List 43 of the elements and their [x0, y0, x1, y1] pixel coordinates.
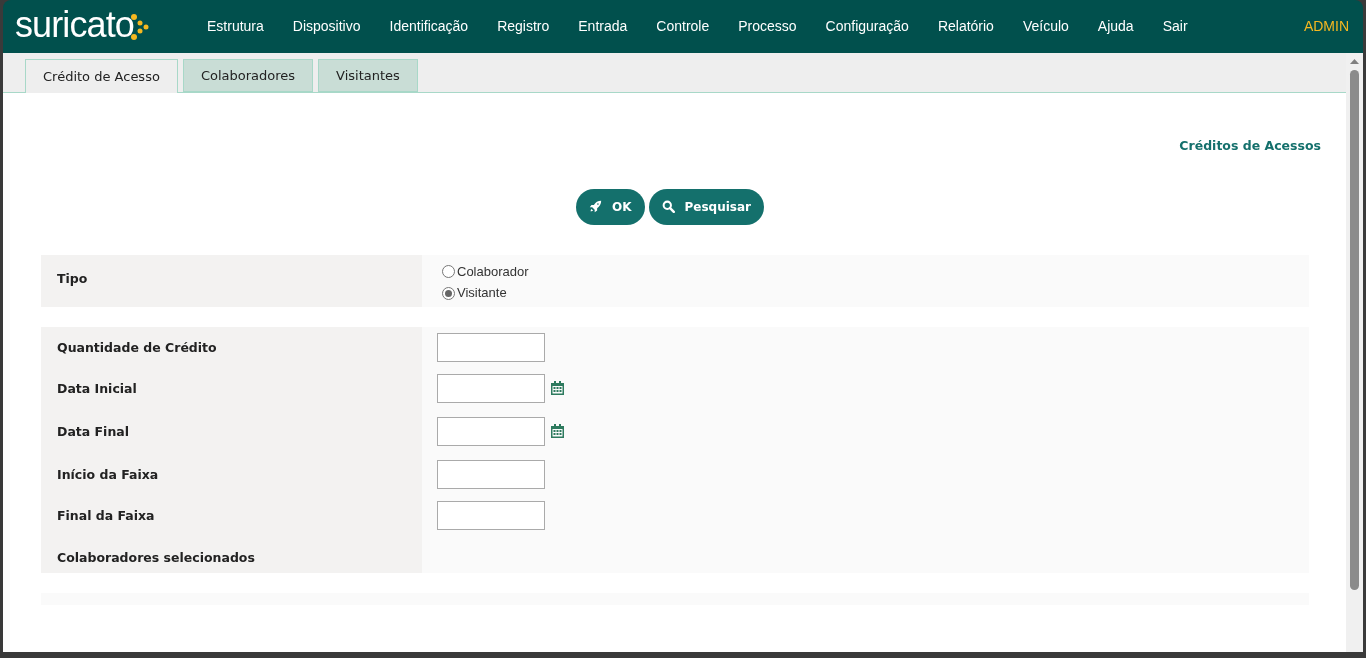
scroll-up-icon[interactable] — [1350, 59, 1359, 64]
rocket-icon — [589, 200, 602, 214]
input-field[interactable] — [437, 416, 545, 446]
calendar-icon[interactable] — [551, 424, 564, 439]
logo-text: suricato — [15, 6, 134, 43]
scrollbar[interactable] — [1346, 53, 1363, 652]
menu-item[interactable]: Ajuda — [1097, 16, 1134, 37]
search-button[interactable]: Pesquisar — [648, 188, 764, 225]
field-label: Data Final — [57, 422, 129, 441]
menu-item[interactable]: Entrada — [578, 16, 628, 37]
menu-item[interactable]: Relatório — [937, 16, 994, 37]
menu-item[interactable]: Sair — [1162, 16, 1188, 37]
radio-button[interactable] — [442, 286, 455, 300]
tab[interactable]: Colaboradores — [182, 59, 314, 92]
field-label: Tipo — [57, 270, 88, 286]
menu-item[interactable]: Identificação — [389, 16, 469, 37]
user-label[interactable]: ADMIN — [1303, 16, 1349, 37]
field-label: Início da Faixa — [57, 465, 159, 484]
radio-button[interactable] — [442, 265, 455, 278]
radio-option[interactable]: Colaborador — [442, 261, 529, 282]
ok-button[interactable]: OK — [576, 188, 645, 225]
input-field[interactable] — [437, 459, 545, 489]
input-field[interactable] — [437, 332, 545, 362]
tab[interactable]: Visitantes — [318, 59, 418, 92]
calendar-icon[interactable] — [551, 381, 564, 396]
field-label: Colaboradores selecionados — [57, 548, 255, 567]
input-field[interactable] — [437, 500, 545, 530]
menu-item[interactable]: Controle — [656, 16, 710, 37]
menu-item[interactable]: Veículo — [1022, 16, 1069, 37]
input-field[interactable] — [437, 373, 545, 403]
field-label: Final da Faixa — [57, 506, 155, 525]
scroll-thumb[interactable] — [1350, 70, 1359, 590]
field-label: Quantidade de Crédito — [57, 338, 217, 357]
menu-item[interactable]: Registro — [497, 16, 550, 37]
tab[interactable]: Crédito de Acesso — [25, 59, 178, 93]
menu-item[interactable]: Dispositivo — [292, 16, 361, 37]
field-label: Data Inicial — [57, 379, 137, 398]
menu-item[interactable]: Processo — [738, 16, 797, 37]
radio-option[interactable]: Visitante — [442, 283, 529, 303]
search-icon — [661, 200, 675, 214]
menu-item[interactable]: Configuração — [825, 16, 909, 37]
page-title: Créditos de Acessos — [1179, 137, 1321, 155]
menu-item[interactable]: Estrutura — [207, 16, 264, 37]
